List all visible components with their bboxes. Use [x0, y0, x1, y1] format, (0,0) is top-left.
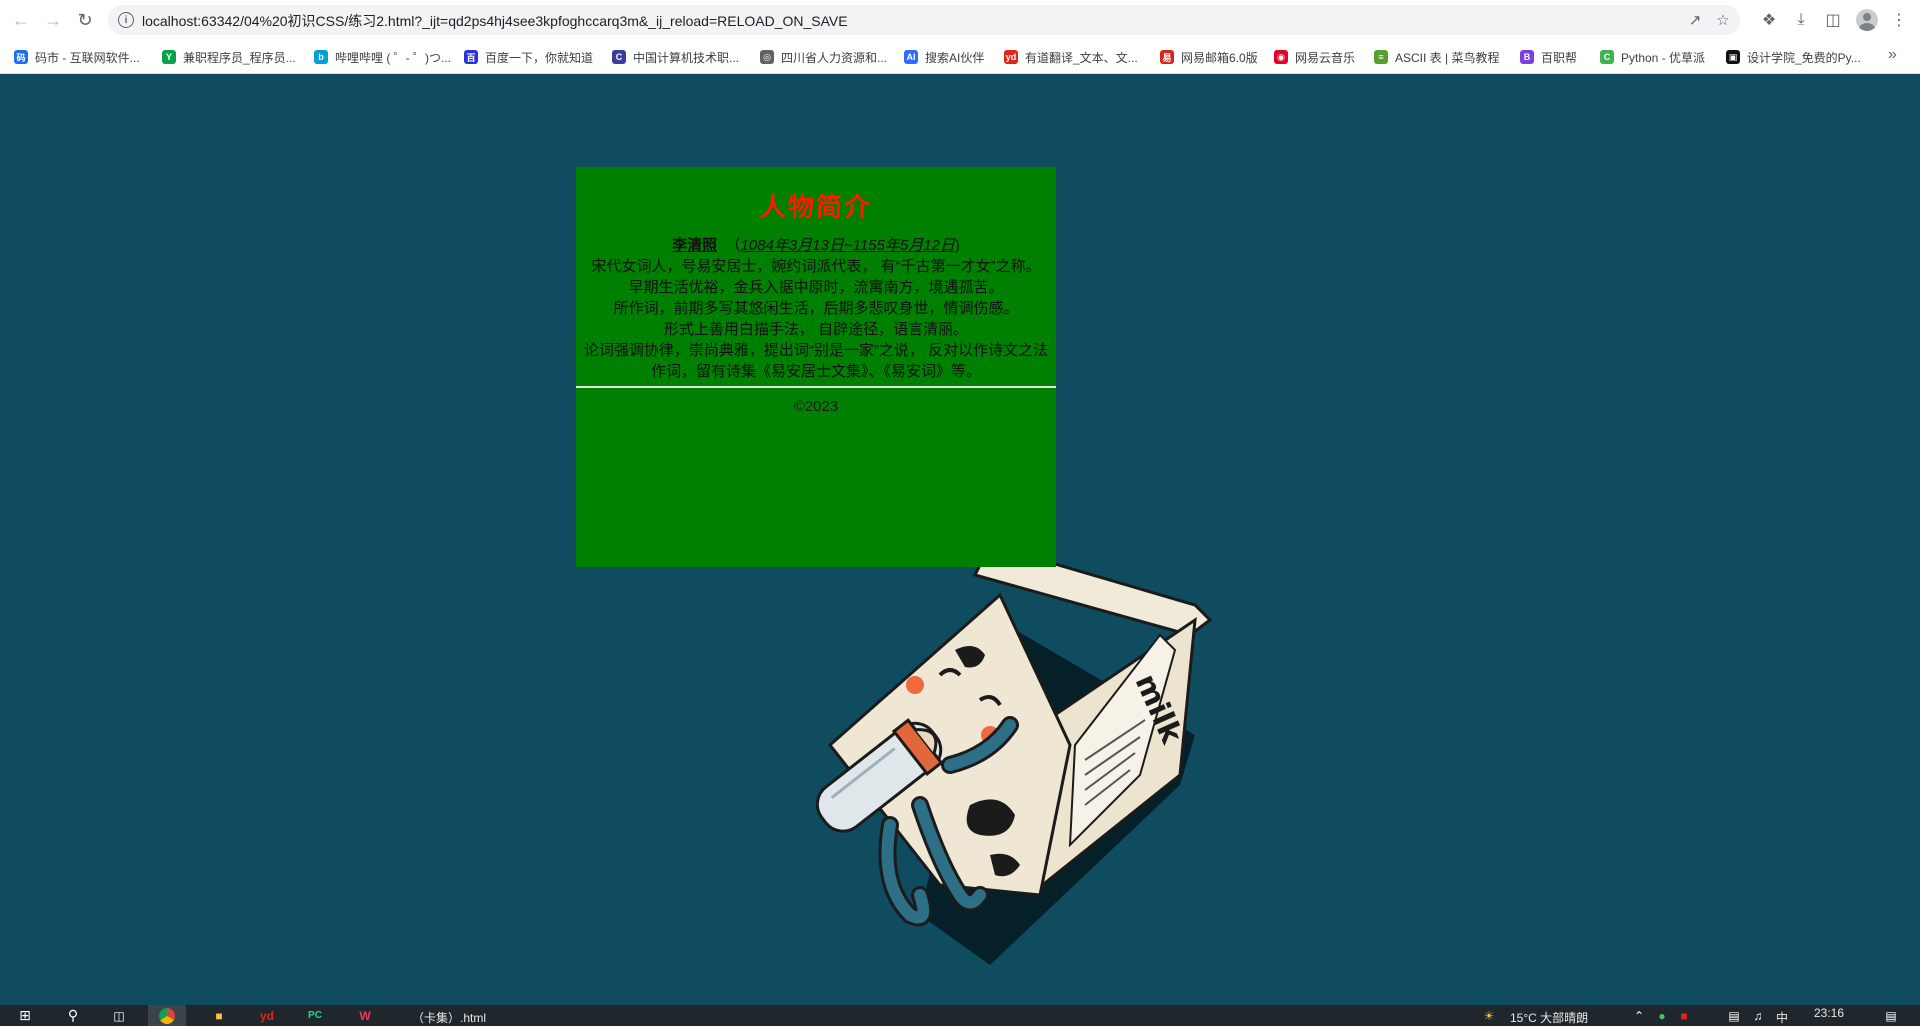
baidu-icon: 百 [464, 50, 478, 64]
taskbar-chrome-icon[interactable] [148, 1005, 186, 1026]
weather-icon[interactable]: ☀ [1478, 1005, 1500, 1026]
person-name: 李清照 [672, 237, 718, 254]
bookmark-label: 有道翻译_文本、文... [1025, 50, 1138, 65]
netease-mail-icon: 易 [1160, 50, 1174, 64]
tray-chevron-icon[interactable]: ⌃ [1632, 1005, 1646, 1026]
download-icon[interactable]: ⤓ [1790, 9, 1812, 31]
network-icon[interactable]: ▤ [1726, 1005, 1742, 1026]
address-bar[interactable]: i localhost:63342/04%20初识CSS/练习2.html?_i… [108, 5, 1740, 35]
bio-line: 宋代女词人，号易安居士，婉约词派代表， 有“千古第一才女”之称。 [591, 258, 1041, 275]
bookmark-item[interactable]: ≡ ASCII 表 | 菜鸟教程 [1374, 48, 1499, 66]
bookmark-item[interactable]: b 哔哩哔哩 ( ゜- ゜)つ... [314, 48, 451, 66]
volume-icon[interactable]: ♫ [1750, 1005, 1766, 1026]
bookmark-item[interactable]: 百百度一下，你就知道 [464, 48, 593, 66]
bookmark-item[interactable]: B 百职帮 [1520, 48, 1577, 66]
search-icon[interactable]: ⚲ [62, 1005, 84, 1026]
profile-avatar-icon[interactable] [1856, 9, 1878, 31]
bookmark-item[interactable]: AI 搜索AI伙伴 [904, 48, 984, 66]
intro-text: 李清照 （1084年3月13日~1155年5月12日) 宋代女词人，号易安居士，… [576, 235, 1056, 382]
youcaopai-icon: C [1600, 50, 1614, 64]
share-icon[interactable]: ↗ [1686, 11, 1704, 29]
bookmark-label: 哔哩哔哩 ( ゜- ゜)つ... [335, 50, 451, 65]
site-info-icon[interactable]: i [118, 12, 134, 28]
task-view-icon[interactable]: ◫ [108, 1005, 130, 1026]
bookmark-label: 中国计算机技术职... [633, 50, 740, 65]
bookmark-label: 四川省人力资源和... [781, 50, 888, 65]
back-arrow-icon[interactable]: ← [10, 9, 32, 31]
bookmark-item[interactable]: ◉ 网易云音乐 [1274, 48, 1355, 66]
globe-icon: ◎ [760, 50, 774, 64]
close-paren: ) [954, 237, 960, 254]
netease-music-icon: ◉ [1274, 50, 1288, 64]
youdao-tray-icon[interactable]: ■ [1676, 1005, 1692, 1026]
clock-time[interactable]: 23:16 [1814, 1006, 1844, 1020]
bookmark-item[interactable]: C 中国计算机技术职... [612, 48, 739, 66]
file-explorer-icon[interactable]: ■ [208, 1005, 230, 1026]
life-dates: 1084年3月13日~1155年5月12日 [740, 237, 955, 254]
bilibili-icon: b [314, 50, 328, 64]
bookmark-label: 网易云音乐 [1295, 50, 1356, 65]
more-menu-icon[interactable]: ⋮ [1888, 9, 1910, 31]
bookmarks-overflow-icon[interactable]: » [1888, 46, 1897, 64]
bookmark-item[interactable]: ▣ 设计学院_免费的Py... [1726, 48, 1861, 66]
url-text[interactable]: localhost:63342/04%20初识CSS/练习2.html?_ijt… [142, 11, 848, 31]
bio-line: 形式上善用白描手法， 自辟途径，语言清丽。 [663, 321, 969, 338]
bookmark-star-icon[interactable]: ☆ [1714, 11, 1732, 29]
windows-taskbar: ⊞ ⚲ ◫ ■ yd PC W （卡集）.html ☀ 15°C 大部晴朗 ⌃ … [0, 1005, 1920, 1026]
youdao-taskbar-icon[interactable]: yd [256, 1005, 278, 1026]
wechat-tray-icon[interactable]: ● [1654, 1005, 1670, 1026]
bio-line: 所作词，前期多写其悠闲生活，后期多悲叹身世，情调伤感。 [613, 300, 1019, 317]
mashi-icon: 码 [14, 50, 28, 64]
bookmark-label: 码市 - 互联网软件... [35, 50, 140, 65]
page-viewport: milk 人物简介 李清照 （1084年3月13日~1155年5月12日) 宋代… [0, 75, 1920, 1005]
bookmark-item[interactable]: ◎ 四川省人力资源和... [760, 48, 887, 66]
open-paren: （ [721, 237, 741, 254]
forward-arrow-icon[interactable]: → [42, 9, 64, 31]
bookmark-label: 百职帮 [1541, 50, 1578, 65]
browser-toolbar: ← → ↻ i localhost:63342/04%20初识CSS/练习2.h… [0, 0, 1920, 40]
windows-start-icon[interactable]: ⊞ [14, 1005, 36, 1026]
bookmark-label: 搜索AI伙伴 [925, 50, 985, 65]
bookmarks-bar: » 码码市 - 互联网软件... Y 兼职程序员_程序员... b 哔哩哔哩 ( ゜- … [0, 40, 1920, 74]
runoob-icon: ≡ [1374, 50, 1388, 64]
profile-card: 人物简介 李清照 （1084年3月13日~1155年5月12日) 宋代女词人，号… [576, 167, 1056, 567]
notification-icon[interactable]: ▤ [1880, 1005, 1902, 1026]
weather-text[interactable]: 15°C 大部晴朗 [1510, 1009, 1588, 1026]
bio-line: 论词强调协律，崇尚典雅，提出词“别是一家”之说， 反对以作诗文之法作词，留有诗集… [583, 342, 1049, 380]
bookmark-label: Python - 优草派 [1621, 50, 1706, 65]
bookmark-label: 兼职程序员_程序员... [183, 50, 296, 65]
bookmark-label: 百度一下，你就知道 [485, 50, 594, 65]
bookmark-label: ASCII 表 | 菜鸟教程 [1395, 50, 1500, 65]
bookmark-item[interactable]: yd 有道翻译_文本、文... [1004, 48, 1138, 66]
sjxy-icon: ▣ [1726, 50, 1740, 64]
youdao-icon: yd [1004, 50, 1018, 64]
copyright: ©2023 [793, 398, 839, 415]
pycharm-icon[interactable]: PC [304, 1005, 326, 1026]
ccf-icon: C [612, 50, 626, 64]
bookmark-label: 网易邮箱6.0版 [1181, 50, 1258, 65]
baizhibang-icon: B [1520, 50, 1534, 64]
bio-line: 早期生活优裕，金兵入据中原时，流寓南方，境遇孤苦。 [628, 279, 1004, 296]
bookmark-label: 设计学院_免费的Py... [1747, 50, 1861, 65]
extensions-puzzle-icon[interactable]: ❖ [1758, 9, 1780, 31]
bookmark-item[interactable]: 码码市 - 互联网软件... [14, 48, 140, 66]
webstorm-icon[interactable]: W [354, 1005, 376, 1026]
card-title: 人物简介 [759, 193, 872, 223]
ai-icon: AI [904, 50, 918, 64]
ime-indicator[interactable]: 中 [1776, 1009, 1788, 1026]
y-logo-icon: Y [162, 50, 176, 64]
side-panel-icon[interactable]: ◫ [1822, 9, 1844, 31]
bookmark-item[interactable]: C Python - 优草派 [1600, 48, 1705, 66]
bookmark-item[interactable]: 易网易邮箱6.0版 [1160, 48, 1258, 66]
reload-icon[interactable]: ↻ [74, 9, 96, 31]
taskbar-window-title[interactable]: （卡集）.html [412, 1009, 486, 1026]
bookmark-item[interactable]: Y 兼职程序员_程序员... [162, 48, 296, 66]
divider [576, 386, 1056, 388]
name-line: 李清照 （1084年3月13日~1155年5月12日) [580, 235, 1052, 256]
